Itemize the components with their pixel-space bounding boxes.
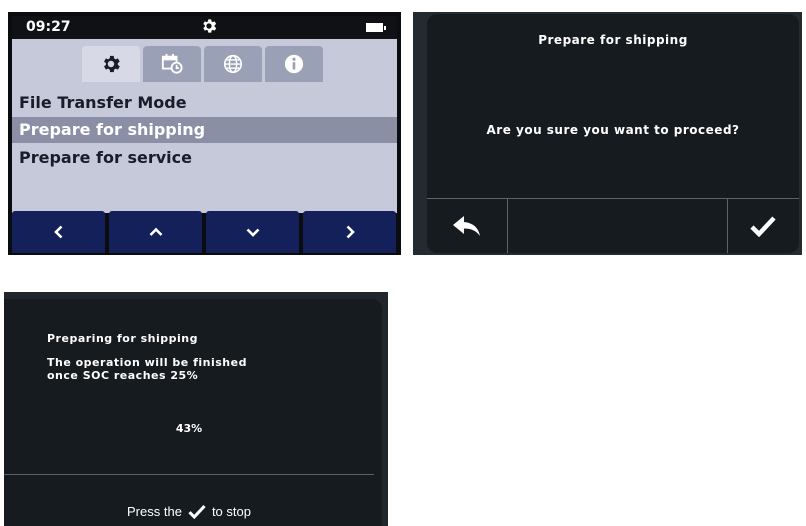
confirm-dialog: Prepare for shipping Are you sure you wa… <box>427 14 799 253</box>
calendar-clock-icon <box>161 53 183 74</box>
divider <box>4 474 374 475</box>
nav-down-button[interactable] <box>206 211 299 253</box>
chevron-left-icon <box>53 225 62 239</box>
menu-item-file-transfer-mode[interactable]: File Transfer Mode <box>12 90 397 116</box>
menu-item-prepare-for-shipping[interactable]: Prepare for shipping <box>12 117 397 143</box>
chevron-right-icon <box>346 225 355 239</box>
stop-hint-suffix: to stop <box>211 504 251 519</box>
nav-right-button[interactable] <box>303 211 396 253</box>
checkmark-icon <box>750 216 776 237</box>
dialog-message: Are you sure you want to proceed? <box>486 123 740 137</box>
progress-screen: Preparing for shipping The operation wil… <box>4 292 388 526</box>
menu-item-prepare-for-service[interactable]: Prepare for service <box>12 145 397 171</box>
progress-message-line2: once SOC reaches 25% <box>47 369 199 382</box>
info-icon <box>284 54 304 74</box>
dialog-title: Prepare for shipping <box>538 33 688 47</box>
nav-up-button[interactable] <box>109 211 202 253</box>
settings-menu-screen: 09:27 File Transfer Mode Prepare for shi… <box>8 12 401 255</box>
tab-calendar-clock[interactable] <box>143 46 201 82</box>
progress-message-line1: The operation will be finished <box>47 356 247 369</box>
nav-left-button[interactable] <box>12 211 105 253</box>
status-time: 09:27 <box>26 19 71 35</box>
status-bar: 09:27 <box>12 16 397 39</box>
checkmark-icon <box>188 504 206 520</box>
progress-title: Preparing for shipping <box>47 332 198 345</box>
battery-icon <box>366 23 386 32</box>
stop-hint-prefix: Press the <box>127 504 182 519</box>
chevron-up-icon <box>149 227 162 236</box>
progress-percent: 43% <box>175 422 203 435</box>
gear-icon <box>203 19 217 33</box>
divider <box>507 198 508 253</box>
tab-settings[interactable] <box>82 46 140 82</box>
back-arrow-icon <box>453 216 480 236</box>
confirm-button[interactable] <box>727 199 799 253</box>
confirm-screen: Prepare for shipping Are you sure you wa… <box>413 12 802 255</box>
settings-panel: 09:27 File Transfer Mode Prepare for shi… <box>12 16 397 213</box>
tab-info[interactable] <box>265 46 323 82</box>
globe-icon <box>223 54 243 74</box>
gear-icon <box>104 55 120 73</box>
nav-bar <box>12 211 397 253</box>
chevron-down-icon <box>246 228 259 237</box>
stop-hint: Press the to stop <box>4 504 374 520</box>
progress-dialog: Preparing for shipping The operation wil… <box>4 299 382 526</box>
tab-globe[interactable] <box>204 46 262 82</box>
back-button[interactable] <box>427 199 507 253</box>
